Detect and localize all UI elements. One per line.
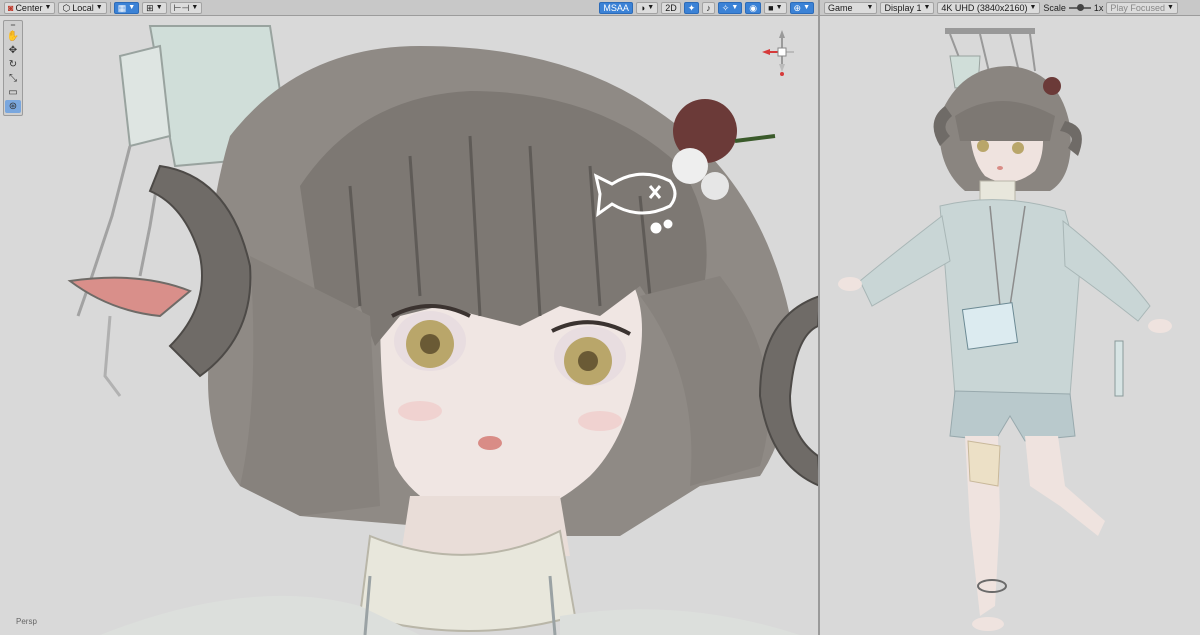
- scene-camera-dropdown[interactable]: ■ ▼: [764, 1, 787, 14]
- scale-icon: ⤡: [9, 73, 17, 84]
- move-icon: ✥: [8, 45, 18, 56]
- orientation-gizmo[interactable]: [752, 28, 812, 88]
- view-type-dropdown[interactable]: Game ▼: [824, 1, 878, 14]
- lighting-toggle[interactable]: ✦: [683, 1, 700, 14]
- chevron-down-icon: ▼: [128, 3, 136, 11]
- grid-icon: ▦: [117, 2, 127, 13]
- effects-icon: ✧: [721, 2, 730, 13]
- scale-label: Scale: [1043, 2, 1066, 13]
- gizmos-dropdown[interactable]: ⊕ ▼: [789, 1, 814, 14]
- chevron-down-icon: ▼: [44, 3, 52, 11]
- local-space-icon: ⬡: [62, 2, 71, 13]
- pivot-space-dropdown[interactable]: ⬡ Local ▼: [58, 1, 107, 14]
- display-dropdown[interactable]: Display 1 ▼: [880, 1, 935, 14]
- 2d-mode-label: 2D: [665, 2, 677, 13]
- camera-icon: ■: [768, 2, 774, 13]
- chevron-down-icon: ▼: [647, 3, 655, 11]
- view-type-label: Game: [828, 2, 853, 13]
- msaa-label: MSAA: [603, 2, 629, 13]
- transform-icon: ⊛: [8, 101, 18, 112]
- grid-snapping-toggle[interactable]: ⊞ ▼: [142, 1, 167, 14]
- chevron-down-icon: ▼: [95, 3, 103, 11]
- chevron-down-icon: ▼: [731, 3, 739, 11]
- character-shirt-render: [939, 199, 1081, 397]
- chevron-down-icon: ▼: [923, 3, 931, 11]
- pivot-space-label: Local: [72, 2, 94, 13]
- gizmo-x-axis: [762, 49, 770, 55]
- scene-camera-mode-label: Persp: [16, 617, 37, 626]
- hand-tool-button[interactable]: ✋: [5, 30, 21, 43]
- game-viewport-render[interactable]: [820, 16, 1200, 635]
- toolbar-divider: [109, 2, 111, 13]
- play-mode-dropdown[interactable]: Play Focused ▼: [1106, 1, 1178, 14]
- gizmo-z-axis: [779, 64, 785, 72]
- move-tool-button[interactable]: ✥: [5, 44, 21, 57]
- tools-overlay: ═ ✋ ✥ ↻ ⤡ ▭ ⊛: [3, 20, 23, 116]
- mouth-render: [478, 436, 502, 450]
- chevron-down-icon: ▼: [1029, 3, 1037, 11]
- audio-toggle[interactable]: ♪: [702, 1, 715, 14]
- resolution-label: 4K UHD (3840x2160): [941, 2, 1028, 13]
- scene-view[interactable]: ◙ Center ▼ ⬡ Local ▼ ▦ ▼ ⊞ ▼ ⊢⊣ ▼ MSAA ◑…: [0, 0, 818, 635]
- scale-tool-button[interactable]: ⤡: [5, 72, 21, 85]
- pivot-mode-label: Center: [15, 2, 43, 13]
- scale-slider[interactable]: [1068, 3, 1091, 11]
- resolution-dropdown[interactable]: 4K UHD (3840x2160) ▼: [937, 1, 1041, 14]
- rect-tool-button[interactable]: ▭: [5, 86, 21, 99]
- increment-snap-icon: ⊢⊣: [173, 2, 190, 13]
- effects-dropdown[interactable]: ✧ ▼: [717, 1, 743, 14]
- rect-icon: ▭: [8, 87, 18, 98]
- rotate-icon: ↻: [8, 59, 18, 70]
- chevron-down-icon: ▼: [155, 3, 163, 11]
- globe-icon: ⊕: [793, 2, 802, 13]
- play-mode-label: Play Focused: [1110, 2, 1165, 13]
- scale-value: 1x: [1093, 2, 1104, 13]
- grid-visibility-toggle[interactable]: ▦ ▼: [113, 1, 140, 14]
- hand-icon: ✋: [6, 31, 20, 42]
- eye-slash-icon: ◉: [749, 2, 758, 13]
- tools-drag-handle[interactable]: ═: [5, 23, 21, 29]
- shaded-sphere-icon: ◑: [639, 2, 646, 13]
- snap-grid-icon: ⊞: [146, 2, 154, 13]
- light-bulb-icon: ✦: [687, 2, 696, 13]
- chevron-down-icon: ▼: [775, 3, 783, 11]
- game-toolbar: Game ▼ Display 1 ▼ 4K UHD (3840x2160) ▼ …: [820, 0, 1200, 16]
- pivot-icon: ◙: [8, 2, 14, 13]
- pivot-mode-dropdown[interactable]: ◙ Center ▼: [4, 1, 56, 14]
- increment-snap-toggle[interactable]: ⊢⊣ ▼: [169, 1, 203, 14]
- scene-viewport-render[interactable]: [0, 16, 818, 635]
- 2d-mode-toggle[interactable]: 2D: [661, 1, 681, 14]
- gizmo-center-cube: [777, 47, 787, 57]
- transform-tool-button[interactable]: ⊛: [5, 100, 21, 113]
- scene-toolbar: ◙ Center ▼ ⬡ Local ▼ ▦ ▼ ⊞ ▼ ⊢⊣ ▼ MSAA ◑…: [0, 0, 818, 16]
- chevron-down-icon: ▼: [191, 3, 199, 11]
- chevron-down-icon: ▼: [1166, 3, 1174, 11]
- game-view[interactable]: Game ▼ Display 1 ▼ 4K UHD (3840x2160) ▼ …: [820, 0, 1200, 635]
- audio-icon: ♪: [706, 2, 711, 13]
- display-label: Display 1: [884, 2, 922, 13]
- rotate-tool-button[interactable]: ↻: [5, 58, 21, 71]
- gizmo-y-axis: [779, 30, 785, 38]
- chevron-down-icon: ▼: [866, 3, 874, 11]
- draw-mode-dropdown[interactable]: ◑ ▼: [635, 1, 659, 14]
- msaa-toggle[interactable]: MSAA: [599, 1, 633, 14]
- hidden-objects-toggle[interactable]: ◉: [745, 1, 762, 14]
- id-badge-render: [961, 302, 1019, 350]
- chevron-down-icon: ▼: [803, 3, 810, 11]
